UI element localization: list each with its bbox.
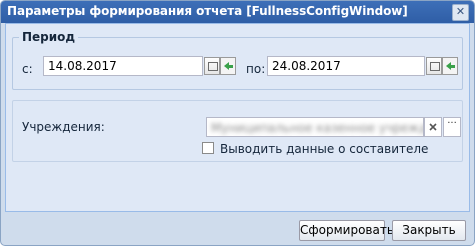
- show-compiler-label: Выводить данные о составителе: [220, 142, 429, 156]
- back-arrow-icon[interactable]: [442, 57, 458, 75]
- calendar-icon[interactable]: [426, 57, 442, 75]
- report-params-window: Параметры формирования отчета [FullnessC…: [0, 0, 475, 246]
- footer: Сформировать Закрыть: [1, 212, 474, 245]
- period-legend: Период: [22, 30, 76, 44]
- institution-value: Муниципальное казенное учреждение: [211, 121, 423, 135]
- from-date-input[interactable]: 14.08.2017: [43, 56, 203, 76]
- clear-icon[interactable]: [424, 117, 442, 137]
- back-arrow-icon[interactable]: [220, 57, 236, 75]
- show-compiler-checkbox[interactable]: [202, 142, 214, 154]
- institution-input[interactable]: Муниципальное казенное учреждение: [206, 117, 424, 137]
- close-icon[interactable]: ✕: [452, 4, 469, 21]
- window-title: Параметры формирования отчета [FullnessC…: [7, 4, 408, 18]
- window-body: Период с: 14.08.2017 по: 24.08.2017 Учре…: [5, 23, 470, 212]
- close-button[interactable]: Закрыть: [392, 220, 466, 241]
- to-label: по:: [246, 62, 266, 76]
- to-date-input[interactable]: 24.08.2017: [267, 56, 425, 76]
- ellipsis-icon[interactable]: ···: [443, 117, 461, 137]
- generate-button[interactable]: Сформировать: [299, 220, 394, 241]
- from-label: с:: [22, 62, 33, 76]
- institution-label: Учреждения:: [22, 120, 105, 134]
- title-bar[interactable]: Параметры формирования отчета [FullnessC…: [1, 1, 474, 23]
- calendar-icon[interactable]: [204, 57, 220, 75]
